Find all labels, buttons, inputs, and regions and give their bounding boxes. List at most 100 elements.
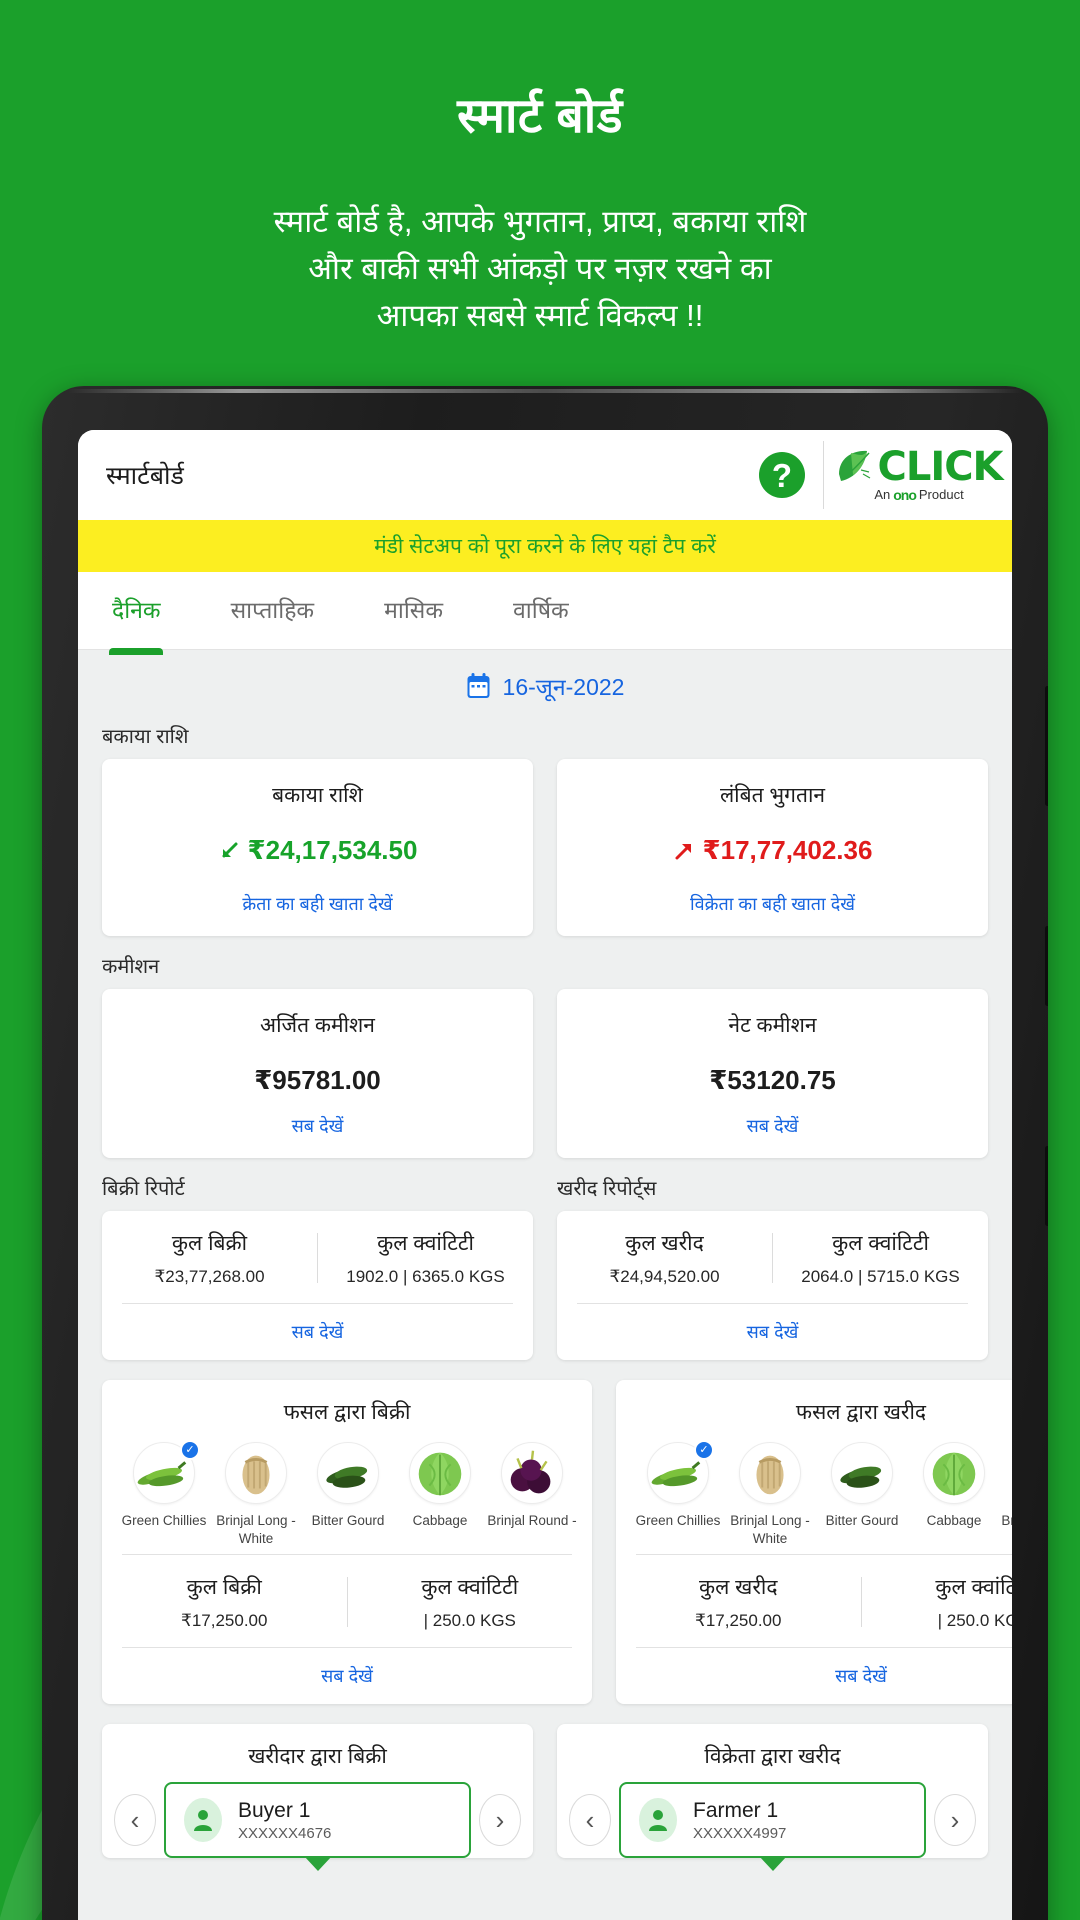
sales-by-buyer-title: खरीदार द्वारा बिक्री bbox=[248, 1745, 387, 1769]
card-net-commission-title: नेट कमीशन bbox=[728, 1014, 817, 1037]
card-purchase-by-crop[interactable]: फसल द्वारा खरीद ✓ Green Chillies Brinjal… bbox=[616, 1380, 1012, 1705]
sales-report-total-value: ₹23,77,268.00 bbox=[154, 1267, 265, 1286]
chevron-right-icon[interactable]: › bbox=[934, 1794, 976, 1847]
card-net-commission[interactable]: नेट कमीशन ₹53120.75 सब देखें bbox=[557, 989, 988, 1158]
sales-report-qty-value: 1902.0 | 6365.0 KGS bbox=[346, 1267, 505, 1286]
sales-crop-carousel[interactable]: ✓ Green Chillies Brinjal Long - White Bi… bbox=[102, 1430, 592, 1554]
buyer-name: Buyer 1 bbox=[238, 1798, 311, 1822]
card-net-commission-value: ₹53120.75 bbox=[709, 1065, 836, 1095]
crop-item-green-chillies[interactable]: ✓ Green Chillies bbox=[118, 1440, 210, 1548]
purchase-by-crop-total-title: कुल खरीद bbox=[698, 1576, 778, 1600]
card-outstanding-value: ₹24,17,534.50 bbox=[247, 835, 418, 865]
card-outstanding-amount[interactable]: बकाया राशि ₹24,17,534.50 क्रेता का बही ख… bbox=[102, 759, 533, 936]
sales-report-total: कुल बिक्री ₹23,77,268.00 bbox=[102, 1229, 317, 1287]
date-selector[interactable]: 16-जून-2022 bbox=[78, 650, 1012, 722]
sales-by-crop-title: फसल द्वारा बिक्री bbox=[283, 1401, 411, 1424]
promo-subtitle: स्मार्ट बोर्ड है, आपके भुगतान, प्राप्य, … bbox=[0, 198, 1080, 339]
tab-yearly[interactable]: वार्षिक bbox=[513, 593, 569, 629]
purchase-by-crop-total-value: ₹17,250.00 bbox=[695, 1611, 782, 1631]
chevron-left-icon[interactable]: ‹ bbox=[569, 1794, 611, 1847]
avatar bbox=[639, 1798, 677, 1843]
section-label-outstanding: बकाया राशि bbox=[102, 726, 189, 748]
mandi-setup-banner[interactable]: मंडी सेटअप को पूरा करने के लिए यहां टैप … bbox=[78, 520, 1012, 572]
mandi-setup-banner-text: मंडी सेटअप को पूरा करने के लिए यहां टैप … bbox=[374, 535, 716, 558]
card-earned-commission[interactable]: अर्जित कमीशन ₹95781.00 सब देखें bbox=[102, 989, 533, 1158]
report-labels-row: बिक्री रिपोर्ट खरीद रिपोर्ट्स bbox=[78, 1158, 1012, 1211]
card-sales-report[interactable]: कुल बिक्री ₹23,77,268.00 कुल क्वांटिटी 1… bbox=[102, 1211, 533, 1360]
card-earned-commission-link[interactable]: सब देखें bbox=[112, 1114, 523, 1138]
by-crop-row: फसल द्वारा बिक्री ✓ Green Chillies Brinj… bbox=[78, 1360, 1012, 1705]
purchase-report-total-title: कुल खरीद bbox=[625, 1232, 704, 1255]
power-button[interactable] bbox=[1045, 926, 1048, 1006]
ono-mark: ono bbox=[893, 486, 917, 503]
volume-button[interactable] bbox=[1045, 686, 1048, 806]
crop-name: Brinjal Long - White bbox=[216, 1513, 296, 1547]
sales-report-see-all[interactable]: सब देखें bbox=[102, 1304, 533, 1360]
card-purchase-report[interactable]: कुल खरीद ₹24,94,520.00 कुल क्वांटिटी 206… bbox=[557, 1211, 988, 1360]
card-outstanding-title: बकाया राशि bbox=[272, 784, 363, 807]
purchase-report-see-all[interactable]: सब देखें bbox=[557, 1304, 988, 1360]
card-purchase-by-seller[interactable]: विक्रेता द्वारा खरीद ‹ Farmer 1 XXXXXX49… bbox=[557, 1724, 988, 1859]
crop-item-bitter-gourd[interactable]: Bitter Gourd bbox=[816, 1442, 908, 1548]
card-net-commission-value-row: ₹53120.75 bbox=[567, 1065, 978, 1096]
promo-subtitle-line-1: स्मार्ट बोर्ड है, आपके भुगतान, प्राप्य, … bbox=[273, 203, 807, 239]
arrow-up-right-icon bbox=[675, 843, 691, 859]
crop-name: Green Chillies bbox=[121, 1513, 207, 1528]
purchase-by-crop-qty-title: कुल क्वांटिटी bbox=[935, 1576, 1012, 1600]
card-pending-payment-value-row: ₹17,77,402.36 bbox=[567, 835, 978, 866]
card-pending-payment-link[interactable]: विक्रेता का बही खाता देखें bbox=[567, 892, 978, 916]
promo-subtitle-line-3: आपका सबसे स्मार्ट विकल्प !! bbox=[376, 297, 704, 333]
sales-by-crop-qty-value: | 250.0 KGS bbox=[423, 1611, 516, 1631]
seller-phone: XXXXXX4997 bbox=[693, 1824, 787, 1842]
cabbage-icon bbox=[923, 1442, 985, 1504]
card-sales-by-crop[interactable]: फसल द्वारा बिक्री ✓ Green Chillies Brinj… bbox=[102, 1380, 593, 1705]
buyer-carousel: ‹ Buyer 1 XXXXXX4676 › bbox=[102, 1774, 533, 1859]
purchase-crop-carousel[interactable]: ✓ Green Chillies Brinjal Long - White Bi… bbox=[616, 1430, 1012, 1554]
crop-item-cabbage[interactable]: Cabbage bbox=[908, 1442, 1000, 1548]
card-outstanding-link[interactable]: क्रेता का बही खाता देखें bbox=[112, 892, 523, 916]
sales-report-total-title: कुल बिक्री bbox=[171, 1232, 248, 1255]
sales-report-qty-title: कुल क्वांटिटी bbox=[377, 1232, 474, 1255]
seller-name: Farmer 1 bbox=[693, 1798, 779, 1822]
tab-daily[interactable]: दैनिक bbox=[112, 593, 161, 629]
app-bar-divider bbox=[823, 441, 824, 509]
crop-item-green-chillies[interactable]: ✓ Green Chillies bbox=[632, 1440, 724, 1548]
crop-item-bitter-gourd[interactable]: Bitter Gourd bbox=[302, 1442, 394, 1548]
crop-name: Brinjal Round - bbox=[487, 1513, 577, 1528]
crop-item-brinjal-round[interactable]: Brinjal Round - bbox=[1000, 1442, 1012, 1548]
outstanding-row: बकाया राशि ₹24,17,534.50 क्रेता का बही ख… bbox=[78, 759, 1012, 936]
crop-item-cabbage[interactable]: Cabbage bbox=[394, 1442, 486, 1548]
card-pending-payment-value: ₹17,77,402.36 bbox=[702, 835, 873, 865]
card-sales-by-buyer[interactable]: खरीदार द्वारा बिक्री ‹ Buyer 1 XXXXXX467… bbox=[102, 1724, 533, 1859]
section-label-sales-report: बिक्री रिपोर्ट bbox=[102, 1178, 185, 1200]
crop-item-brinjal-long-white[interactable]: Brinjal Long - White bbox=[210, 1442, 302, 1548]
calendar-icon bbox=[467, 673, 490, 698]
crop-item-brinjal-round[interactable]: Brinjal Round - bbox=[486, 1442, 578, 1548]
card-pending-payment[interactable]: लंबित भुगतान ₹17,77,402.36 विक्रेता का ब… bbox=[557, 759, 988, 936]
person-icon bbox=[649, 1810, 667, 1832]
sales-by-crop-see-all[interactable]: सब देखें bbox=[102, 1648, 592, 1704]
crop-item-brinjal-long-white[interactable]: Brinjal Long - White bbox=[724, 1442, 816, 1548]
crop-name: Brinjal Round - bbox=[1001, 1513, 1012, 1528]
side-button-extra[interactable] bbox=[1045, 1146, 1048, 1226]
purchase-report-qty-title: कुल क्वांटिटी bbox=[832, 1232, 929, 1255]
purchase-by-seller-title: विक्रेता द्वारा खरीद bbox=[704, 1745, 841, 1769]
crop-name: Bitter Gourd bbox=[311, 1513, 385, 1528]
card-earned-commission-value-row: ₹95781.00 bbox=[112, 1065, 523, 1096]
purchase-by-crop-split: कुल खरीद ₹17,250.00 कुल क्वांटिटी | 250.… bbox=[616, 1555, 1012, 1647]
tab-monthly[interactable]: मासिक bbox=[384, 593, 443, 629]
selected-date: 16-जून-2022 bbox=[502, 674, 625, 700]
brand-tagline-pre: An bbox=[874, 487, 891, 502]
chevron-left-icon[interactable]: ‹ bbox=[114, 1794, 156, 1847]
purchase-by-crop-see-all[interactable]: सब देखें bbox=[616, 1648, 1012, 1704]
chevron-right-icon[interactable]: › bbox=[479, 1794, 521, 1847]
tab-weekly[interactable]: साप्ताहिक bbox=[231, 593, 315, 629]
crop-name: Bitter Gourd bbox=[825, 1513, 899, 1528]
seller-card[interactable]: Farmer 1 XXXXXX4997 bbox=[619, 1782, 926, 1859]
sales-by-crop-qty: कुल क्वांटिटी | 250.0 KGS bbox=[348, 1573, 593, 1631]
buyer-card[interactable]: Buyer 1 XXXXXX4676 bbox=[164, 1782, 471, 1859]
help-icon[interactable]: ? bbox=[759, 452, 805, 498]
tablet-device-frame: स्मार्टबोर्ड ? CLICK An ono Product मंडी… bbox=[42, 386, 1048, 1920]
card-net-commission-link[interactable]: सब देखें bbox=[567, 1114, 978, 1138]
brinjal-round-icon bbox=[501, 1442, 563, 1504]
